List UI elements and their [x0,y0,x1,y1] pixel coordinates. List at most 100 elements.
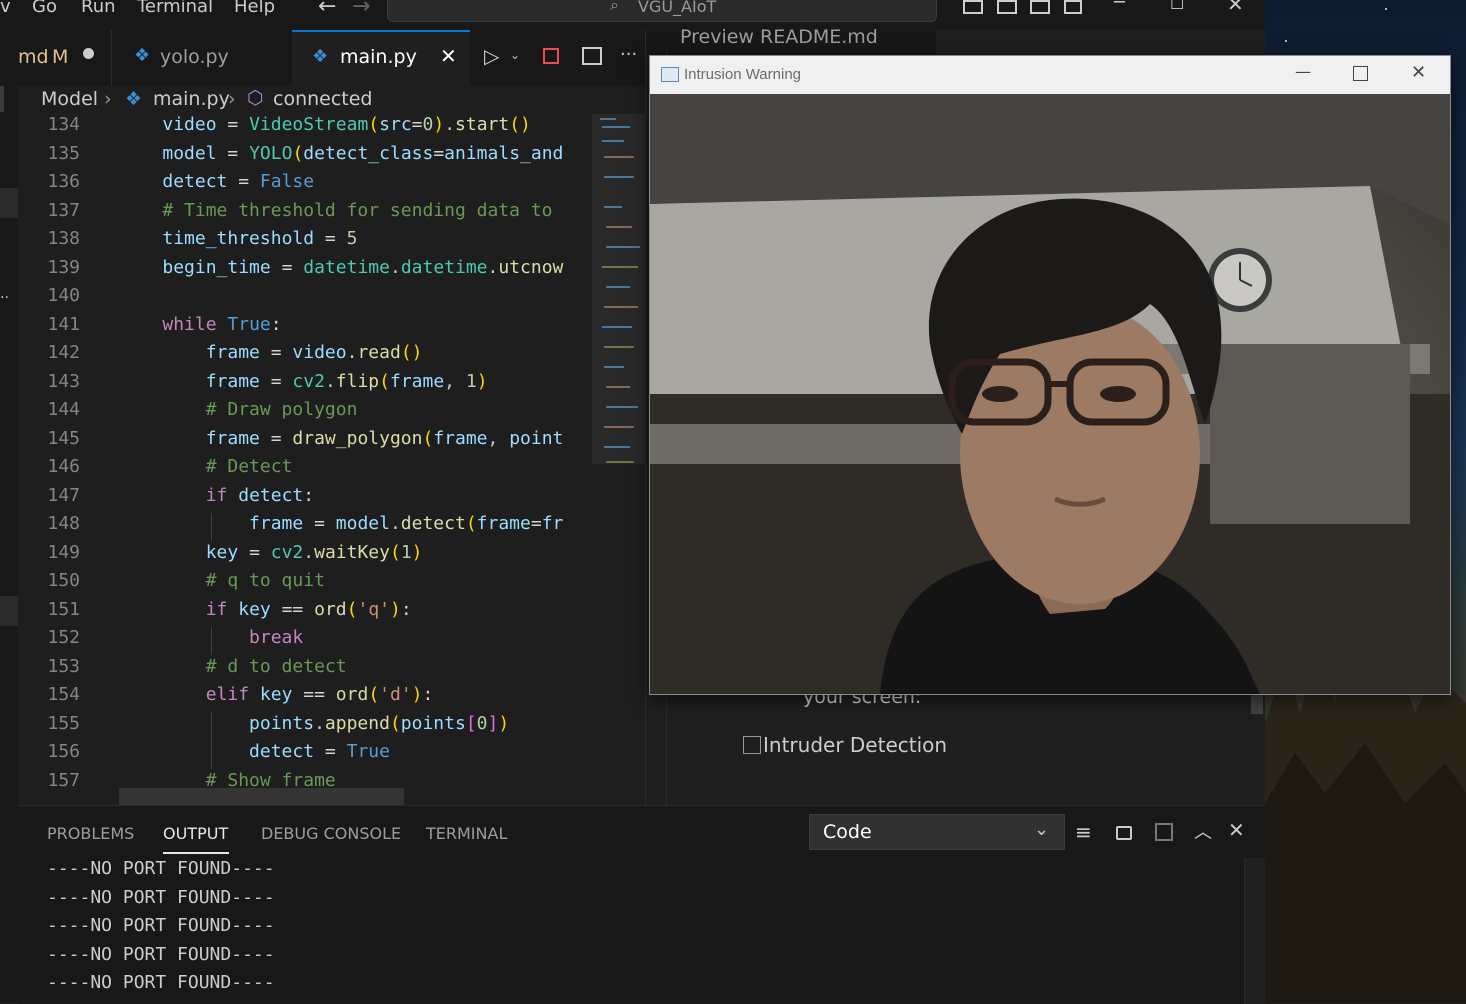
minimize-icon[interactable]: ─ [1114,0,1125,13]
forward-arrow-icon[interactable]: → [352,0,370,19]
code-editor[interactable]: 134 video = VideoStream(src=0).start() 1… [18,114,592,805]
menu-go[interactable]: Go [32,0,57,17]
tab-terminal[interactable]: TERMINAL [426,824,507,843]
code-line: # q to quit [205,570,325,591]
minimap-slider[interactable] [592,114,645,464]
toggle-panel-icon[interactable] [997,0,1017,14]
close-panel-icon[interactable]: ✕ [1228,818,1245,842]
horizontal-scrollbar[interactable] [119,788,404,805]
camera-frame [650,94,1450,694]
menubar: v Go Run Terminal Help ← → ⌕ VGU_AIoT ─ … [0,0,1265,30]
breadcrumb-symbol[interactable]: connected [273,88,373,110]
menu-view[interactable]: v [0,0,11,17]
line-number: 137 [47,199,80,221]
tab-md[interactable]: md M [0,30,110,86]
activity-item[interactable] [0,188,18,218]
more-actions-icon[interactable]: ··· [620,44,637,65]
tab-debug-console[interactable]: DEBUG CONSOLE [261,824,401,843]
code-line: time_threshold = 5 [162,228,358,249]
customize-layout-icon[interactable] [1064,0,1082,14]
toggle-secondary-sidebar-icon[interactable] [1030,0,1050,14]
camera-feed [650,94,1450,694]
preview-tab[interactable]: Preview README.md [646,26,936,56]
breadcrumb-file[interactable]: main.py [153,88,230,110]
line-number: 135 [47,142,80,164]
line-number: 140 [47,285,80,306]
line-number: 146 [47,456,80,477]
tab-output[interactable]: OUTPUT [163,824,228,843]
breadcrumb: Model › ❖ main.py › ⬡ connected [18,86,645,114]
minimap[interactable] [592,114,645,805]
code-line: frame = cv2.flip(frame, 1) [205,370,488,392]
activity-bar: .. [0,86,18,1003]
code-line: if detect: [205,484,315,506]
code-line: # Draw polygon [205,399,358,420]
line-number: 143 [47,370,80,392]
breadcrumb-folder[interactable]: Model [41,88,98,110]
line-number: 145 [47,427,80,449]
menu-terminal[interactable]: Terminal [137,0,213,17]
indent-guide [211,513,212,541]
split-editor-icon[interactable] [582,47,602,65]
dirty-dot-icon [83,48,94,59]
line-number: 152 [47,627,80,648]
menu-run[interactable]: Run [81,0,116,17]
active-tab-underline [163,852,229,854]
activity-item[interactable] [0,596,18,626]
python-icon: ❖ [312,46,329,67]
code-line: elif key == ord('d'): [205,684,434,705]
readme-image-alt: Intruder Detection [763,733,948,757]
intrusion-warning-window: Intrusion Warning — ✕ [649,55,1451,695]
menu-help[interactable]: Help [234,0,275,17]
code-line: key = cv2.waitKey(1) [205,541,423,563]
more-icon[interactable]: .. [0,286,9,302]
python-icon: ❖ [134,45,151,66]
chevron-right-icon: › [104,88,112,110]
close-tab-icon[interactable]: ✕ [440,44,457,68]
line-number: 150 [47,570,80,591]
code-line: # Detect [205,456,293,477]
line-number: 153 [47,655,80,677]
python-icon: ❖ [125,88,143,110]
stop-icon[interactable] [543,48,559,64]
app-icon [661,67,679,82]
close-icon[interactable]: ✕ [1227,0,1244,16]
code-line: frame = video.read() [205,342,423,363]
tab-yolo[interactable]: ❖ yolo.py [111,30,292,86]
maximize-icon[interactable] [1353,66,1368,81]
command-center[interactable]: ⌕ VGU_AIoT [387,0,937,22]
toggle-sidebar-icon[interactable] [963,0,983,14]
maximize-icon[interactable]: ☐ [1170,0,1184,13]
line-number: 139 [47,256,80,278]
minimize-icon[interactable]: — [1295,62,1311,81]
lock-icon[interactable] [1116,826,1132,840]
close-icon[interactable]: ✕ [1411,62,1426,83]
tab-main[interactable]: ❖ main.py ✕ [292,30,470,88]
line-number: 156 [47,741,80,762]
chevron-up-icon[interactable]: ︿ [1194,818,1212,844]
clear-output-icon[interactable]: ≡ [1075,820,1092,844]
line-number: 155 [47,712,80,734]
output-channel-select[interactable]: Code ⌄ [809,814,1065,850]
code-line: # d to detect [205,655,347,677]
preview-tab-label: Preview README.md [680,26,878,48]
back-arrow-icon[interactable]: ← [318,0,336,19]
output-scrollbar[interactable] [1244,858,1266,1004]
output-line: ----NO PORT FOUND---- [47,972,275,993]
code-line: frame = model.detect(frame=fr [249,513,564,534]
window-title: Intrusion Warning [684,66,801,83]
star [1285,40,1287,42]
indent-guide [211,712,212,769]
star [1385,8,1387,10]
workspace-name: VGU_AIoT [638,0,717,16]
code-line: # Time threshold for sending data to [162,199,553,221]
line-number: 144 [47,399,80,420]
line-number: 151 [47,598,80,620]
run-icon[interactable]: ▷ [484,44,499,68]
readme-image: Intruder Detection [743,733,947,757]
chevron-down-icon[interactable]: ⌄ [510,48,520,62]
tab-problems[interactable]: PROBLEMS [47,824,134,843]
open-in-editor-icon[interactable] [1155,823,1173,841]
code-line: video = VideoStream(src=0).start() [162,114,531,135]
line-number: 134 [47,114,80,135]
